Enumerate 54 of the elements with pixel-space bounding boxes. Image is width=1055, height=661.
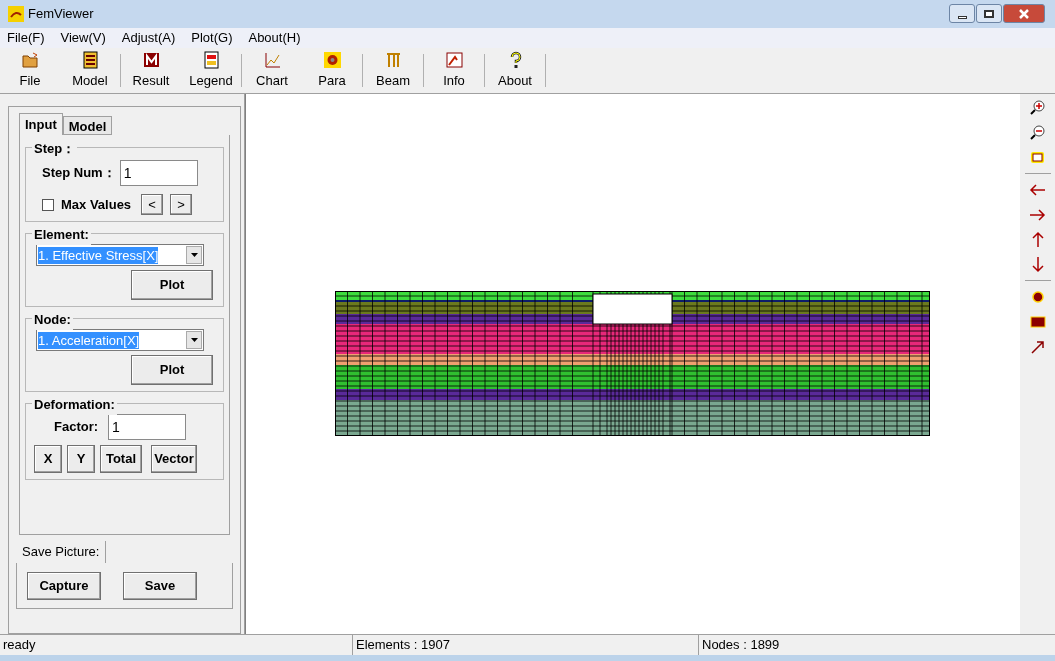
maximize-icon (984, 9, 994, 18)
toolbar-button[interactable]: Result (121, 48, 181, 93)
legend-icon (201, 50, 221, 69)
button[interactable]: > (170, 194, 193, 215)
toolbar-button[interactable]: Para (302, 48, 362, 93)
status-text: ready (2, 636, 37, 654)
menu-item[interactable]: Plot(G) (190, 28, 234, 48)
minimize-button[interactable] (949, 4, 975, 23)
close-button[interactable] (1003, 4, 1045, 23)
toolbar-button[interactable]: Beam (363, 48, 423, 93)
toolbar-button[interactable]: File (0, 48, 60, 93)
maximize-button[interactable] (976, 4, 1002, 23)
menu-item[interactable]: About(H) (247, 28, 302, 48)
app-icon (8, 6, 24, 22)
input-field[interactable]: 1 (119, 160, 198, 186)
button[interactable]: Y (67, 445, 95, 473)
checkbox-label: Max Values (61, 195, 132, 214)
button[interactable]: Total (100, 445, 142, 473)
menu-item[interactable]: View(V) (59, 28, 107, 48)
gear-icon (322, 50, 342, 69)
zoom-in-icon[interactable] (1028, 98, 1047, 117)
window-title: FemViewer (28, 5, 94, 24)
button[interactable]: Plot (131, 270, 213, 300)
status-text: Elements : 1907 (352, 635, 698, 655)
field-label: Step Num： (42, 164, 116, 183)
button[interactable]: Capture (27, 571, 101, 600)
button[interactable]: Vector (151, 445, 197, 473)
zoom-out-icon[interactable] (1028, 123, 1047, 142)
field-label: Factor: (54, 418, 99, 437)
tab[interactable]: Model (62, 116, 113, 135)
close-icon (1019, 8, 1029, 19)
toolbar-button[interactable]: Chart (242, 48, 302, 93)
button[interactable]: Save (123, 571, 197, 600)
menu-item[interactable]: File(F) (6, 28, 46, 48)
list-icon (80, 50, 100, 69)
button[interactable]: < (141, 194, 164, 215)
folder-icon (20, 50, 40, 69)
toolbar-button[interactable]: Model (60, 48, 120, 93)
dropdown-value: 1. Effective Stress[X] (38, 246, 159, 264)
status-text: Nodes : 1899 (698, 635, 1055, 655)
toolbar-button[interactable]: Legend (181, 48, 241, 93)
button[interactable]: Plot (131, 355, 213, 385)
dropdown-value: 1. Acceleration[X] (38, 331, 140, 349)
toolbar-button[interactable]: About (485, 48, 545, 93)
tab[interactable]: Input (19, 113, 63, 135)
picture-icon (444, 50, 464, 69)
button[interactable]: X (34, 445, 62, 473)
checkbox[interactable] (42, 198, 54, 211)
toolbar-button[interactable]: Info (424, 48, 484, 93)
minimize-icon (957, 16, 967, 19)
input-field[interactable]: 1 (108, 414, 187, 440)
letter-m-icon (141, 50, 161, 69)
menu-item[interactable]: Adjust(A) (120, 28, 177, 48)
line-chart-icon (262, 50, 282, 69)
